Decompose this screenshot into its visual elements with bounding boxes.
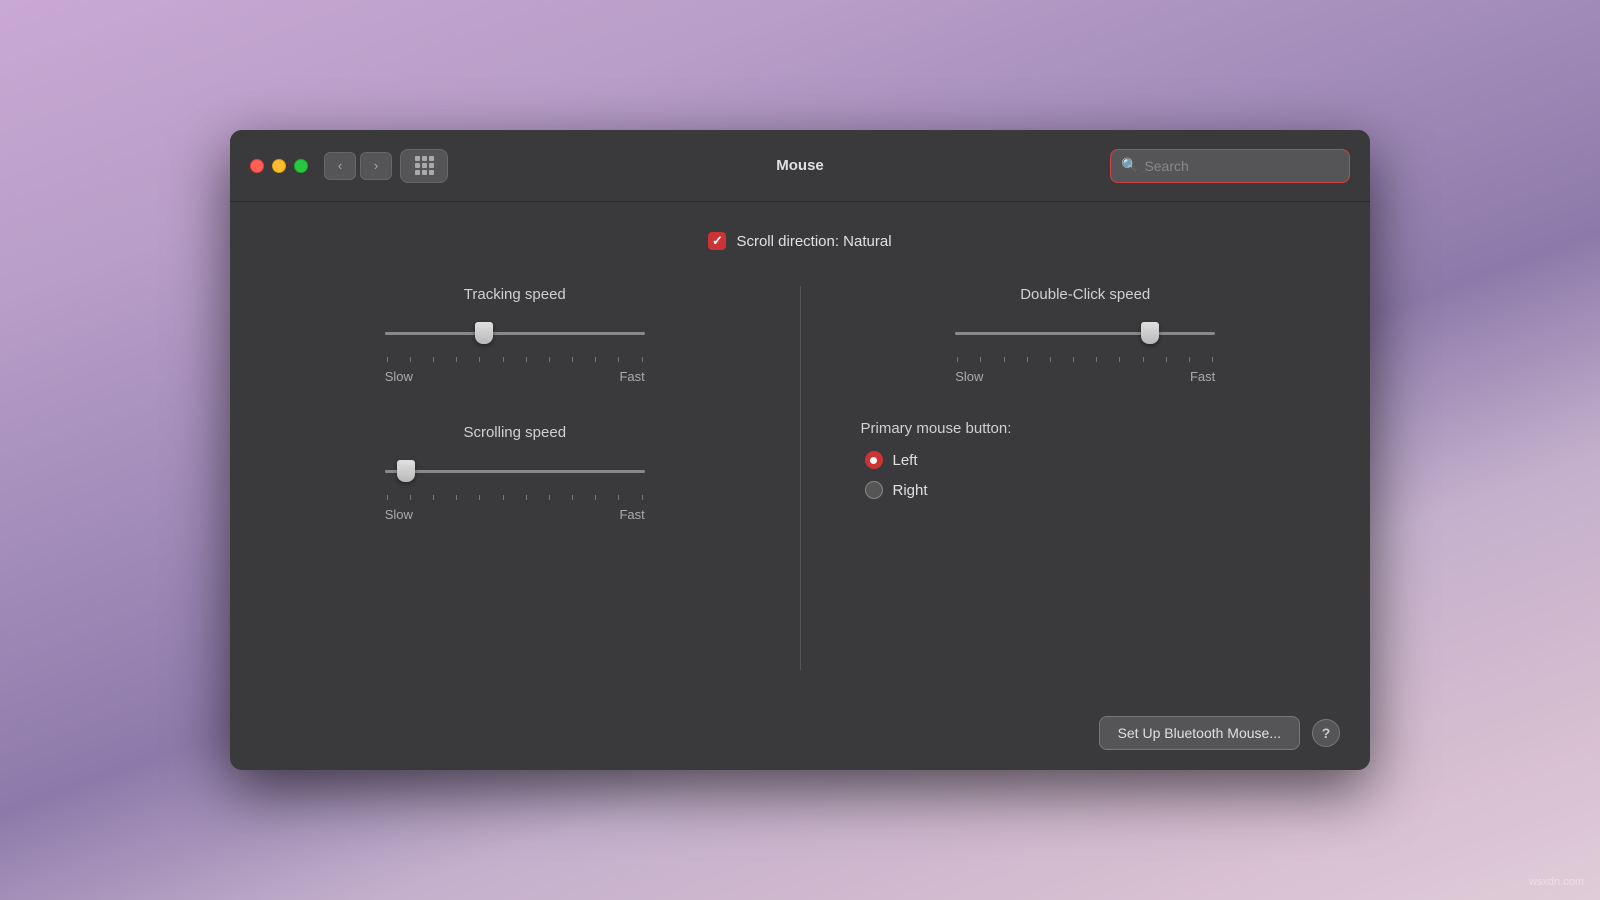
scrolling-speed-ticks xyxy=(385,495,645,501)
left-column: Tracking speed xyxy=(290,286,801,670)
tracking-speed-ticks xyxy=(385,357,645,363)
tracking-speed-thumb[interactable] xyxy=(475,322,493,344)
double-click-speed-track xyxy=(955,332,1215,335)
titlebar: ‹ › Mouse 🔍 xyxy=(230,130,1370,202)
watermark: wsxdn.com xyxy=(1529,876,1584,888)
minimize-button[interactable] xyxy=(272,159,286,173)
help-button[interactable]: ? xyxy=(1312,719,1340,747)
close-button[interactable] xyxy=(250,159,264,173)
scroll-direction-checkbox[interactable]: Scroll direction: Natural xyxy=(708,232,891,250)
forward-button[interactable]: › xyxy=(360,152,392,180)
maximize-button[interactable] xyxy=(294,159,308,173)
search-input[interactable] xyxy=(1144,158,1339,174)
tracking-speed-labels: Slow Fast xyxy=(385,369,645,384)
search-icon: 🔍 xyxy=(1121,157,1138,174)
radio-left-button[interactable] xyxy=(865,451,883,469)
tracking-speed-slider[interactable] xyxy=(385,315,645,351)
primary-mouse-button-section: Primary mouse button: Left Right xyxy=(861,420,1311,499)
right-column: Double-Click speed xyxy=(801,286,1311,670)
content-area: Scroll direction: Natural Tracking speed xyxy=(230,202,1370,700)
checkbox-checked-icon xyxy=(708,232,726,250)
tracking-speed-group: Tracking speed xyxy=(290,286,740,384)
tracking-speed-track xyxy=(385,332,645,335)
grid-view-button[interactable] xyxy=(400,149,448,183)
radio-right-label: Right xyxy=(893,482,928,499)
scroll-direction-label: Scroll direction: Natural xyxy=(736,233,891,250)
bluetooth-button[interactable]: Set Up Bluetooth Mouse... xyxy=(1099,716,1300,750)
radio-group: Left Right xyxy=(865,451,1311,499)
back-button[interactable]: ‹ xyxy=(324,152,356,180)
nav-buttons: ‹ › xyxy=(324,152,392,180)
scrolling-speed-slider[interactable] xyxy=(385,453,645,489)
window-title: Mouse xyxy=(776,157,824,174)
scrolling-speed-labels: Slow Fast xyxy=(385,507,645,522)
double-click-speed-labels: Slow Fast xyxy=(955,369,1215,384)
double-click-speed-fill xyxy=(955,332,1150,335)
double-click-speed-group: Double-Click speed xyxy=(861,286,1311,384)
radio-right-button[interactable] xyxy=(865,481,883,499)
scrolling-speed-slow-label: Slow xyxy=(385,507,413,522)
controls-row: Tracking speed xyxy=(290,286,1310,670)
double-click-speed-slow-label: Slow xyxy=(955,369,983,384)
double-click-speed-thumb[interactable] xyxy=(1141,322,1159,344)
tracking-speed-fast-label: Fast xyxy=(619,369,644,384)
bottom-bar: Set Up Bluetooth Mouse... ? xyxy=(230,700,1370,770)
tracking-speed-fill xyxy=(385,332,484,335)
scrolling-speed-thumb[interactable] xyxy=(397,460,415,482)
grid-icon xyxy=(415,156,434,175)
scrolling-speed-track xyxy=(385,470,645,473)
scrolling-speed-slider-container: Slow Fast xyxy=(290,453,740,522)
scrolling-speed-group: Scrolling speed xyxy=(290,424,740,522)
radio-right[interactable]: Right xyxy=(865,481,1311,499)
traffic-lights xyxy=(250,159,308,173)
double-click-speed-ticks xyxy=(955,357,1215,363)
tracking-speed-label: Tracking speed xyxy=(464,286,566,303)
tracking-speed-slow-label: Slow xyxy=(385,369,413,384)
double-click-speed-slider-container: Slow Fast xyxy=(861,315,1311,384)
tracking-speed-slider-container: Slow Fast xyxy=(290,315,740,384)
radio-left[interactable]: Left xyxy=(865,451,1311,469)
scrolling-speed-label: Scrolling speed xyxy=(463,424,566,441)
double-click-speed-slider[interactable] xyxy=(955,315,1215,351)
forward-icon: › xyxy=(374,158,378,173)
scrolling-speed-fast-label: Fast xyxy=(619,507,644,522)
search-box[interactable]: 🔍 xyxy=(1110,149,1350,183)
double-click-speed-fast-label: Fast xyxy=(1190,369,1215,384)
back-icon: ‹ xyxy=(338,158,342,173)
primary-mouse-button-label: Primary mouse button: xyxy=(861,420,1311,437)
scroll-direction-row: Scroll direction: Natural xyxy=(290,232,1310,250)
double-click-speed-label: Double-Click speed xyxy=(1020,286,1150,303)
system-preferences-window: ‹ › Mouse 🔍 Scroll direction: Natural xyxy=(230,130,1370,770)
radio-left-label: Left xyxy=(893,452,918,469)
